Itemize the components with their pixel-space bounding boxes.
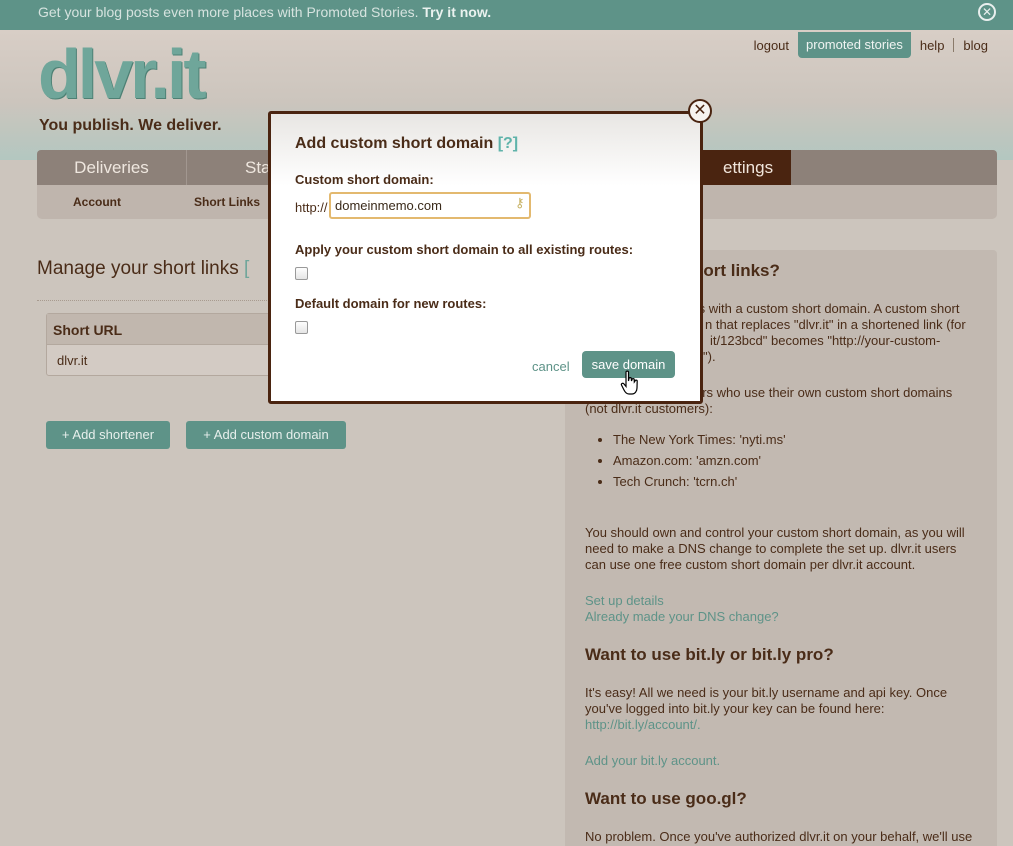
dialog-help-link[interactable]: [?]	[498, 135, 518, 152]
tab-deliveries[interactable]: Deliveries	[37, 150, 187, 185]
help-text-1d: ").	[703, 349, 716, 364]
list-item: The New York Times: 'nyti.ms'	[613, 429, 786, 450]
subtab-account[interactable]: Account	[59, 185, 135, 219]
promo-close-icon[interactable]: ✕	[978, 3, 996, 21]
promo-bar: Get your blog posts even more places wit…	[0, 0, 1013, 30]
setup-details-link[interactable]: Set up details	[585, 593, 664, 608]
apply-checkbox[interactable]	[295, 267, 308, 280]
list-item: Amazon.com: 'amzn.com'	[613, 450, 786, 471]
add-bitly-link[interactable]: Add your bit.ly account.	[585, 753, 720, 768]
page-title-help[interactable]: [	[244, 258, 249, 279]
cancel-link[interactable]: cancel	[532, 359, 570, 374]
dialog-title-text: Add custom short domain	[295, 135, 494, 152]
page-title-text: Manage your short links	[37, 258, 239, 279]
apply-label: Apply your custom short domain to all ex…	[295, 242, 634, 257]
blog-link[interactable]: blog	[954, 33, 997, 58]
table-row[interactable]: dlvr.it	[47, 345, 285, 376]
promoted-stories-link[interactable]: promoted stories	[798, 32, 911, 58]
http-prefix: http://	[295, 200, 328, 215]
help-text-5: No problem. Once you've authorized dlvr.…	[585, 829, 973, 844]
tagline: You publish. We deliver.	[39, 117, 222, 134]
table-header: Short URL	[47, 314, 285, 345]
key-icon: ⚷	[515, 195, 525, 210]
list-item: Tech Crunch: 'tcrn.ch'	[613, 471, 786, 492]
domain-label: Custom short domain:	[295, 172, 434, 187]
dialog-title: Add custom short domain [?]	[295, 135, 518, 153]
help-text-1a: ts with a custom short domain. A custom …	[695, 301, 960, 316]
help-heading-short-links: hort links?	[693, 261, 780, 280]
example-list: The New York Times: 'nyti.ms' Amazon.com…	[613, 429, 786, 492]
short-links-table: Short URL dlvr.it	[46, 313, 286, 376]
help-heading-bitly: Want to use bit.ly or bit.ly pro?	[585, 645, 834, 664]
help-text-3: You should own and control your custom s…	[585, 525, 965, 572]
dns-change-link[interactable]: Already made your DNS change?	[585, 609, 779, 624]
default-label: Default domain for new routes:	[295, 296, 487, 311]
bitly-account-link[interactable]: http://bit.ly/account/.	[585, 717, 701, 732]
help-text-2a: ers who use their own custom short domai…	[695, 385, 953, 400]
help-text-1c: it/123bcd" becomes "http://your-custom-	[710, 333, 941, 348]
subtab-short-links[interactable]: Short Links	[180, 185, 274, 219]
add-domain-dialog: Add custom short domain [?] Custom short…	[268, 111, 703, 404]
add-custom-domain-button[interactable]: + Add custom domain	[186, 421, 346, 449]
top-nav: logout promoted stories help blog	[745, 32, 997, 58]
page-title: Manage your short links [	[37, 258, 249, 280]
default-checkbox[interactable]	[295, 321, 308, 334]
help-heading-googl: Want to use goo.gl?	[585, 789, 747, 808]
help-link[interactable]: help	[911, 33, 954, 58]
promo-cta-link[interactable]: Try it now.	[422, 4, 491, 20]
divider	[37, 300, 287, 301]
logout-link[interactable]: logout	[745, 33, 798, 58]
domain-input[interactable]	[329, 192, 531, 219]
logo[interactable]: dlvr.it	[38, 38, 207, 110]
dialog-close-icon[interactable]: ✕	[688, 99, 712, 123]
add-shortener-button[interactable]: + Add shortener	[46, 421, 170, 449]
help-text-1b: n that replaces "dlvr.it" in a shortened…	[705, 317, 966, 332]
promo-text: Get your blog posts even more places wit…	[38, 4, 419, 20]
help-text-4: It's easy! All we need is your bit.ly us…	[585, 685, 948, 716]
hand-cursor-icon	[620, 370, 638, 395]
